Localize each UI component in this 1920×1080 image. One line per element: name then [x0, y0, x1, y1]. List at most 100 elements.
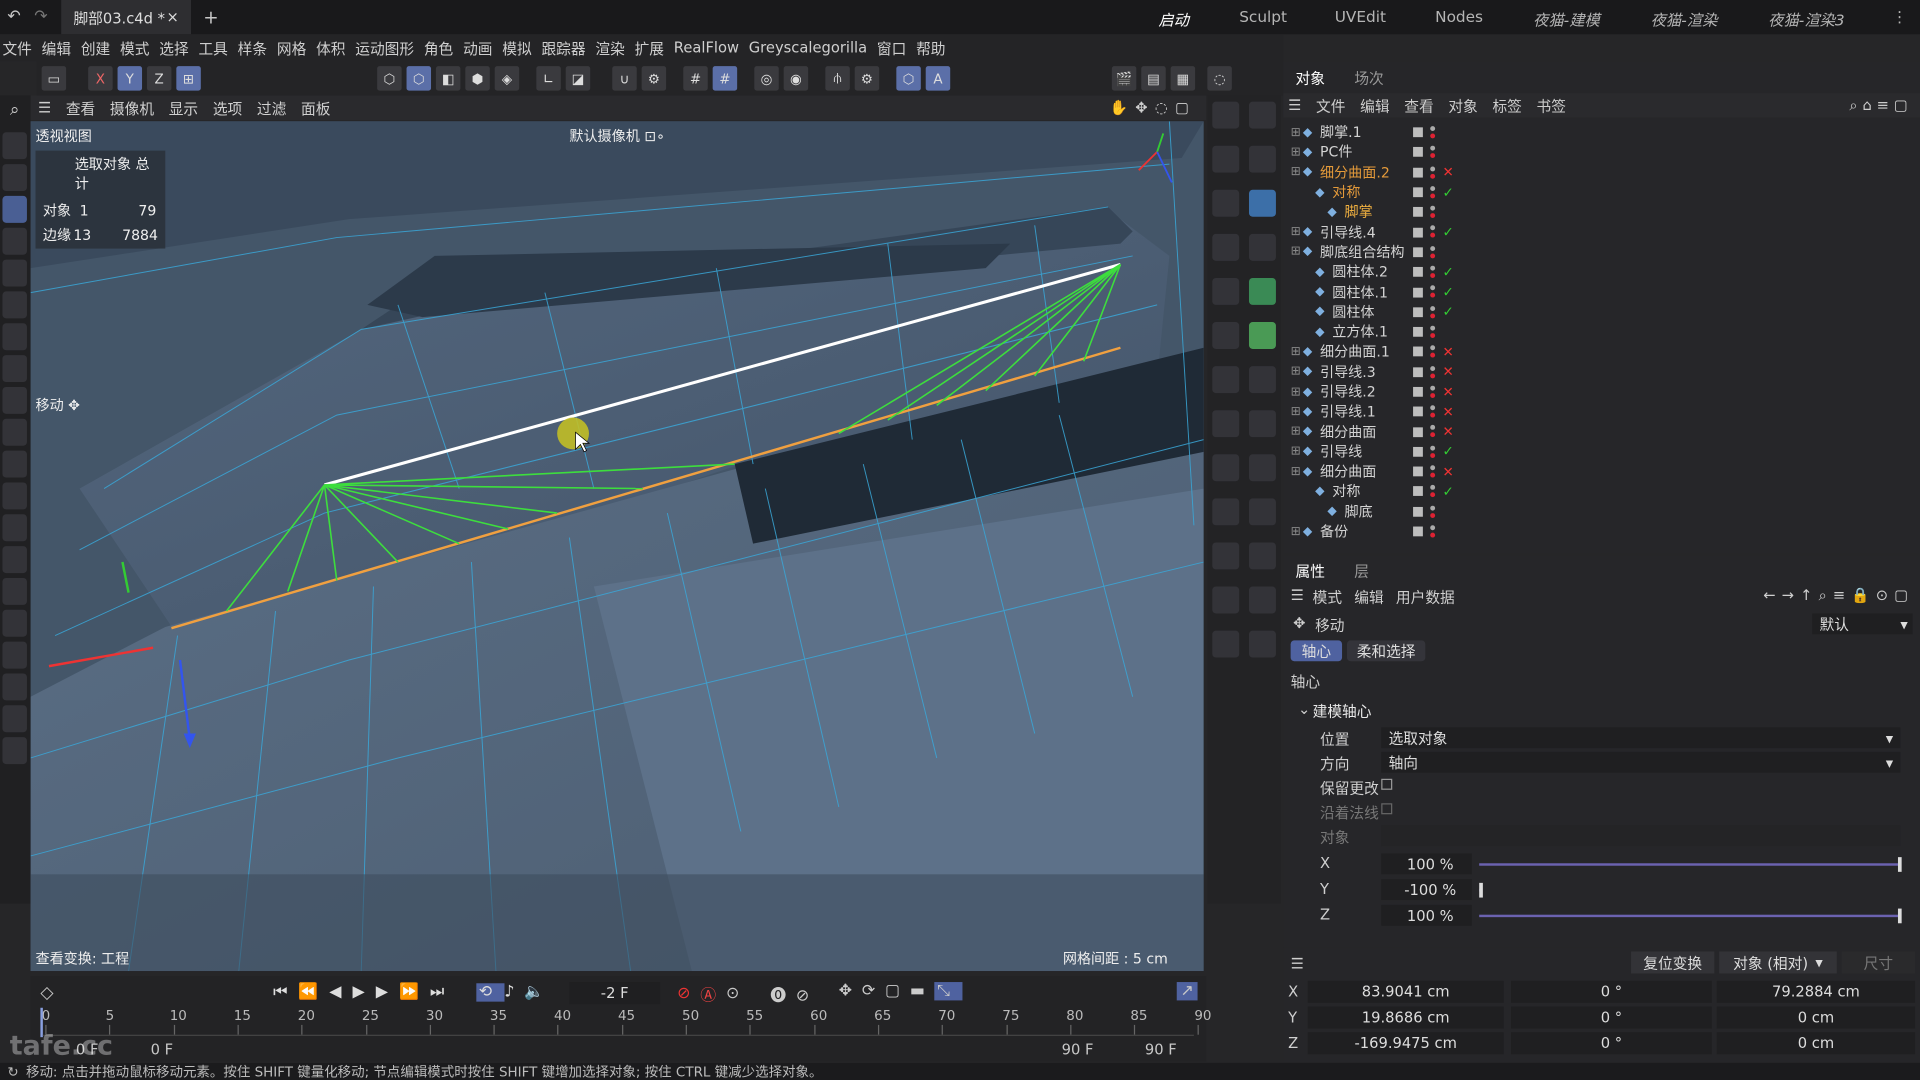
- extrude-object-icon[interactable]: [1212, 233, 1240, 261]
- attr-menu-edit[interactable]: 编辑: [1354, 587, 1383, 608]
- layer-square-icon[interactable]: [1413, 426, 1423, 437]
- menu-simulate[interactable]: 模拟: [502, 37, 531, 58]
- menu-mesh[interactable]: 网格: [277, 37, 306, 58]
- hair-icon[interactable]: [1212, 542, 1240, 570]
- layer-square-icon[interactable]: [1413, 466, 1423, 477]
- attr-menu-icon[interactable]: ☰: [1291, 587, 1304, 604]
- reset-transform-button[interactable]: 复位变换: [1631, 951, 1715, 974]
- text-icon[interactable]: [1248, 233, 1276, 261]
- visibility-dots-icon[interactable]: [1430, 205, 1436, 220]
- symmetry-settings-icon[interactable]: ⚙: [854, 66, 880, 91]
- key-controls[interactable]: ⓿⊘: [770, 982, 819, 1005]
- status-icon[interactable]: ✕: [1442, 404, 1453, 420]
- bevel-tool-icon[interactable]: [2, 514, 27, 542]
- object-row[interactable]: ⊞ ◆ 引导线 ✓: [1283, 442, 1920, 462]
- layer-square-icon[interactable]: [1413, 247, 1423, 258]
- object-expand-icon[interactable]: ⊞: [1291, 405, 1301, 418]
- deformer-icon[interactable]: [1212, 322, 1240, 349]
- more-icon[interactable]: ⋮: [1892, 7, 1907, 25]
- visibility-dots-icon[interactable]: [1430, 145, 1436, 160]
- object-row[interactable]: ◆ 脚底: [1283, 502, 1920, 522]
- object-row[interactable]: ⊞ ◆ 细分曲面.2 ✕: [1283, 162, 1920, 182]
- object-name[interactable]: 圆柱体.1: [1332, 282, 1388, 302]
- key-type-controls[interactable]: ✥⟳▢▬ ⤡: [839, 982, 963, 1001]
- circle-icon[interactable]: [1212, 189, 1240, 217]
- preview-end-frame[interactable]: 90 F: [1062, 1041, 1094, 1058]
- symmetry-icon[interactable]: ⫛: [825, 66, 850, 91]
- loop-cut-icon[interactable]: [2, 482, 27, 510]
- object-row[interactable]: ⊞ ◆ 备份: [1283, 522, 1920, 542]
- object-row[interactable]: ◆ 对称 ✓: [1283, 182, 1920, 202]
- scale-tool-icon[interactable]: [2, 259, 27, 287]
- object-row[interactable]: ◆ 圆柱体 ✓: [1283, 302, 1920, 322]
- perspective-viewport[interactable]: 透视视图 默认摄像机 ⊡∘ 选取对象 总计 对象 1 79 边缘 13 7884 移动 …: [30, 121, 1204, 972]
- visibility-dots-icon[interactable]: [1430, 364, 1436, 379]
- visibility-dots-icon[interactable]: [1430, 484, 1436, 499]
- recent-tool-icon[interactable]: ▭: [41, 66, 67, 91]
- preview-start-frame[interactable]: 0 F: [151, 1041, 173, 1058]
- weld-tool-icon[interactable]: [2, 546, 27, 574]
- object-menu-object[interactable]: 对象: [1448, 95, 1477, 116]
- coord-pos-field[interactable]: 19.8686 cm: [1307, 1006, 1504, 1029]
- object-name[interactable]: 对称: [1332, 182, 1360, 202]
- layer-square-icon[interactable]: [1413, 307, 1423, 317]
- record-controls[interactable]: ⊘ Ⓐ ⊙: [677, 982, 749, 1005]
- coord-pos-field[interactable]: 83.9041 cm: [1307, 980, 1504, 1003]
- polygon-tool-icon[interactable]: [2, 355, 27, 383]
- cloner-icon[interactable]: [1248, 277, 1276, 305]
- menu-volume[interactable]: 体积: [316, 37, 345, 58]
- slide-tool-icon[interactable]: [2, 577, 27, 605]
- edge-cut-icon[interactable]: [2, 673, 27, 701]
- environment-icon[interactable]: [1248, 586, 1276, 614]
- status-icon[interactable]: ✓: [1442, 264, 1453, 280]
- timeline-graph-icon[interactable]: ↗: [1176, 982, 1198, 1001]
- bridge-tool-icon[interactable]: [2, 450, 27, 478]
- coord-rot-field[interactable]: 0 °: [1511, 1006, 1712, 1029]
- viewport-menu-cameras[interactable]: 摄像机: [110, 97, 154, 118]
- auto-icon[interactable]: A: [925, 66, 951, 91]
- render-region-icon[interactable]: 🎬: [1111, 66, 1137, 91]
- object-expand-icon[interactable]: ⊞: [1291, 166, 1301, 179]
- visibility-dots-icon[interactable]: [1430, 165, 1436, 180]
- object-name[interactable]: 细分曲面: [1320, 462, 1376, 482]
- y-axis-toggle[interactable]: Y: [117, 66, 143, 91]
- close-tab-icon[interactable]: ×: [166, 9, 178, 26]
- undo-icon[interactable]: ↶: [7, 7, 20, 25]
- object-expand-icon[interactable]: ⊞: [1291, 425, 1301, 438]
- redo-icon[interactable]: ↷: [34, 7, 47, 25]
- status-icon[interactable]: ✓: [1442, 304, 1453, 320]
- end-frame[interactable]: 90 F: [1145, 1041, 1177, 1058]
- tweak-icon[interactable]: ⚙: [641, 66, 667, 91]
- menu-animate[interactable]: 动画: [463, 37, 492, 58]
- scale-slider[interactable]: [1479, 914, 1901, 918]
- scale-value-field[interactable]: -100 %: [1381, 879, 1472, 901]
- object-menu-view[interactable]: 查看: [1404, 95, 1433, 116]
- document-tab[interactable]: 脚部03.c4d * ×: [61, 0, 192, 35]
- status-icon[interactable]: ✓: [1442, 224, 1453, 240]
- floor-icon[interactable]: [1212, 454, 1240, 482]
- workspace-tab-startup[interactable]: 启动: [1158, 7, 1189, 30]
- layer-square-icon[interactable]: [1413, 406, 1423, 417]
- menu-realflow[interactable]: RealFlow: [674, 39, 739, 56]
- array-icon[interactable]: [1212, 366, 1240, 394]
- visibility-dots-icon[interactable]: [1430, 265, 1436, 280]
- tag-icon[interactable]: [1212, 630, 1240, 658]
- status-icon[interactable]: ✓: [1442, 444, 1453, 460]
- viewport-menu-view[interactable]: 查看: [66, 97, 95, 118]
- object-name[interactable]: 引导线.2: [1320, 382, 1376, 402]
- attr-nav-icons[interactable]: ←→↑⌕≡🔒⊙▢: [1763, 587, 1914, 605]
- visibility-dots-icon[interactable]: [1430, 344, 1436, 359]
- group-toggle-icon[interactable]: ⌄: [1298, 700, 1310, 717]
- menu-tools[interactable]: 工具: [198, 37, 227, 58]
- menu-render[interactable]: 渲染: [595, 37, 624, 58]
- menu-greyscalegorilla[interactable]: Greyscalegorilla: [749, 39, 867, 56]
- visibility-dots-icon[interactable]: [1430, 464, 1436, 479]
- object-row[interactable]: ⊞ ◆ 引导线.1 ✕: [1283, 402, 1920, 422]
- object-expand-icon[interactable]: ⊞: [1291, 385, 1301, 398]
- brush-tool-icon[interactable]: [2, 323, 27, 351]
- direction-dropdown[interactable]: 轴向 ▾: [1381, 751, 1901, 773]
- attr-menu-mode[interactable]: 模式: [1313, 587, 1342, 608]
- object-name[interactable]: 脚掌.1: [1320, 123, 1362, 143]
- scale-value-field[interactable]: 100 %: [1381, 904, 1472, 926]
- light-icon[interactable]: [1212, 410, 1240, 438]
